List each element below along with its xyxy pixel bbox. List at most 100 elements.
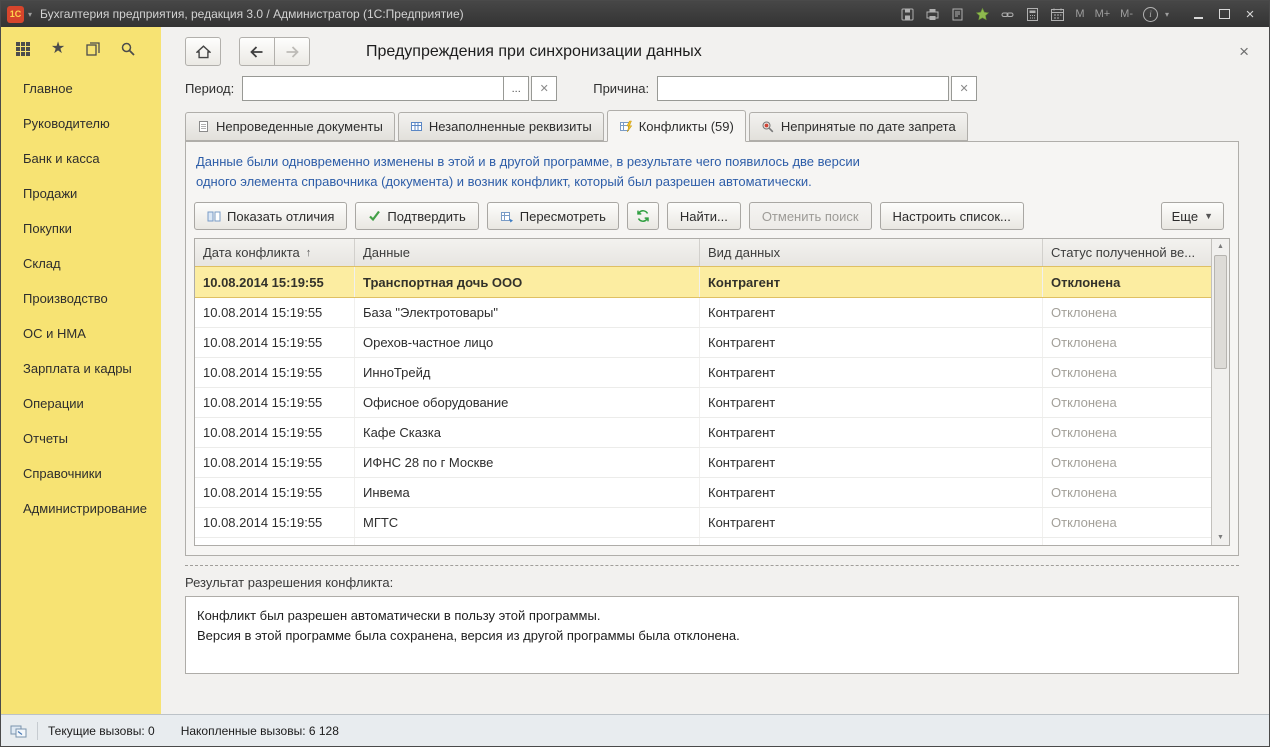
sidebar-item-bank-cash[interactable]: Банк и касса [1,141,161,176]
home-button[interactable] [185,37,221,66]
cell-kind: Контрагент [700,418,1043,447]
tab-unfilled-attributes[interactable]: Незаполненные реквизиты [398,112,604,141]
tab-rejected-by-date[interactable]: Непринятые по дате запрета [749,112,968,141]
cell-date: 10.08.2014 15:19:55 [195,358,355,387]
calendar-icon[interactable] [1050,7,1065,22]
table-row[interactable]: 10.08.2014 15:19:55 Кафе Сказка Контраге… [195,418,1211,448]
form-close-icon[interactable]: × [1233,41,1255,62]
period-input[interactable] [242,76,504,101]
table-row[interactable]: 10.08.2014 15:19:55 ИнноТрейд Контрагент… [195,358,1211,388]
period-choose-button[interactable]: ... [504,76,529,101]
table-row[interactable]: 10.08.2014 15:19:55 Аэрофлот Контрагент … [195,538,1211,545]
button-label: Еще [1172,209,1198,224]
cell-kind: Контрагент [700,448,1043,477]
column-header-date[interactable]: Дата конфликта ↑ [195,239,355,266]
sidebar-item-fixed-assets[interactable]: ОС и НМА [1,316,161,351]
column-label: Статус полученной ве... [1051,245,1195,260]
table-row[interactable]: 10.08.2014 15:19:55 Орехов-частное лицо … [195,328,1211,358]
sidebar-item-production[interactable]: Производство [1,281,161,316]
column-header-data[interactable]: Данные [355,239,700,266]
table-row[interactable]: 10.08.2014 15:19:55 ИФНС 28 по г Москве … [195,448,1211,478]
print-icon[interactable] [925,7,940,22]
column-header-kind[interactable]: Вид данных [700,239,1043,266]
home-icon [196,45,211,59]
review-button[interactable]: Пересмотреть [487,202,619,230]
sidebar-item-reports[interactable]: Отчеты [1,421,161,456]
column-header-status[interactable]: Статус полученной ве... [1043,239,1211,266]
tab-conflicts[interactable]: Конфликты (59) [607,110,746,142]
cell-date: 10.08.2014 15:19:55 [195,508,355,537]
scrollbar-track[interactable] [1212,254,1229,530]
table-row[interactable]: 10.08.2014 15:19:55 МГТС Контрагент Откл… [195,508,1211,538]
confirm-button[interactable]: Подтвердить [355,202,478,230]
splitter-handle[interactable] [185,565,1239,566]
cell-status: Отклонена [1043,418,1211,447]
history-icon[interactable] [84,40,102,58]
info-menu-button[interactable]: i ▾ [1143,7,1171,22]
cancel-search-button[interactable]: Отменить поиск [749,202,872,230]
scrollbar-thumb[interactable] [1214,255,1227,369]
preview-icon[interactable] [950,7,965,22]
reason-clear-icon[interactable]: ✕ [951,76,977,101]
link-icon[interactable] [1000,7,1015,22]
cell-date: 10.08.2014 15:19:55 [195,418,355,447]
magnifier-restricted-icon [761,120,775,133]
reason-input[interactable] [657,76,949,101]
system-menu-chevron-icon[interactable]: ▾ [28,10,32,19]
find-button[interactable]: Найти... [667,202,741,230]
refresh-button[interactable] [627,202,659,230]
forward-button[interactable] [275,37,310,66]
forward-arrow-icon [285,46,299,58]
sidebar-item-salary-hr[interactable]: Зарплата и кадры [1,351,161,386]
search-icon[interactable] [119,40,137,58]
tab-unposted-documents[interactable]: Непроведенные документы [185,112,395,141]
1c-logo-icon[interactable]: 1С [7,6,24,23]
performance-icon[interactable] [10,723,27,739]
sidebar-item-purchases[interactable]: Покупки [1,211,161,246]
cell-date: 10.08.2014 15:19:55 [195,328,355,357]
accumulated-calls-text: Накопленные вызовы: 6 128 [181,724,339,738]
memory-m-plus-button[interactable]: M+ [1095,8,1111,20]
titlebar: 1С ▾ Бухгалтерия предприятия, редакция 3… [1,1,1269,27]
table-header-row: Дата конфликта ↑ Данные Вид данных Стату… [195,239,1211,267]
memory-m-button[interactable]: M [1075,8,1084,20]
favorites-icon[interactable]: ★ [49,40,67,58]
maximize-button[interactable] [1211,4,1237,24]
period-label: Период: [185,81,234,96]
result-text-box[interactable]: Конфликт был разрешен автоматически в по… [185,596,1239,674]
cell-status: Отклонена [1043,298,1211,327]
add-favorite-icon[interactable] [975,7,990,22]
functions-menu-icon[interactable] [14,40,32,58]
minimize-icon [1194,17,1203,19]
cell-date: 10.08.2014 15:19:55 [195,448,355,477]
cell-date: 10.08.2014 15:19:55 [195,267,355,297]
memory-m-minus-button[interactable]: M- [1120,8,1133,20]
scroll-up-icon[interactable]: ▲ [1212,239,1229,254]
sidebar-item-administration[interactable]: Администрирование [1,491,161,526]
cell-kind: Контрагент [700,508,1043,537]
check-icon [368,210,381,222]
configure-list-button[interactable]: Настроить список... [880,202,1024,230]
sidebar-item-main[interactable]: Главное [1,71,161,106]
save-icon[interactable] [900,7,915,22]
sidebar-item-warehouse[interactable]: Склад [1,246,161,281]
cell-status: Отклонена [1043,328,1211,357]
table-row[interactable]: 10.08.2014 15:19:55 Транспортная дочь ОО… [195,266,1211,298]
period-clear-icon[interactable]: ✕ [531,76,557,101]
minimize-button[interactable] [1185,4,1211,24]
scroll-down-icon[interactable]: ▼ [1212,530,1229,545]
table-row[interactable]: 10.08.2014 15:19:55 Инвема Контрагент От… [195,478,1211,508]
vertical-scrollbar[interactable]: ▲ ▼ [1211,239,1229,545]
sidebar-item-manager[interactable]: Руководителю [1,106,161,141]
sidebar-item-sales[interactable]: Продажи [1,176,161,211]
calculator-icon[interactable] [1025,7,1040,22]
result-line2: Версия в этой программе была сохранена, … [197,626,1227,646]
sidebar-item-operations[interactable]: Операции [1,386,161,421]
table-row[interactable]: 10.08.2014 15:19:55 База "Электротовары"… [195,298,1211,328]
show-differences-button[interactable]: Показать отличия [194,202,347,230]
more-button[interactable]: Еще ▼ [1161,202,1224,230]
close-button[interactable]: × [1237,4,1263,24]
back-button[interactable] [239,37,275,66]
table-row[interactable]: 10.08.2014 15:19:55 Офисное оборудование… [195,388,1211,418]
sidebar-item-catalogs[interactable]: Справочники [1,456,161,491]
